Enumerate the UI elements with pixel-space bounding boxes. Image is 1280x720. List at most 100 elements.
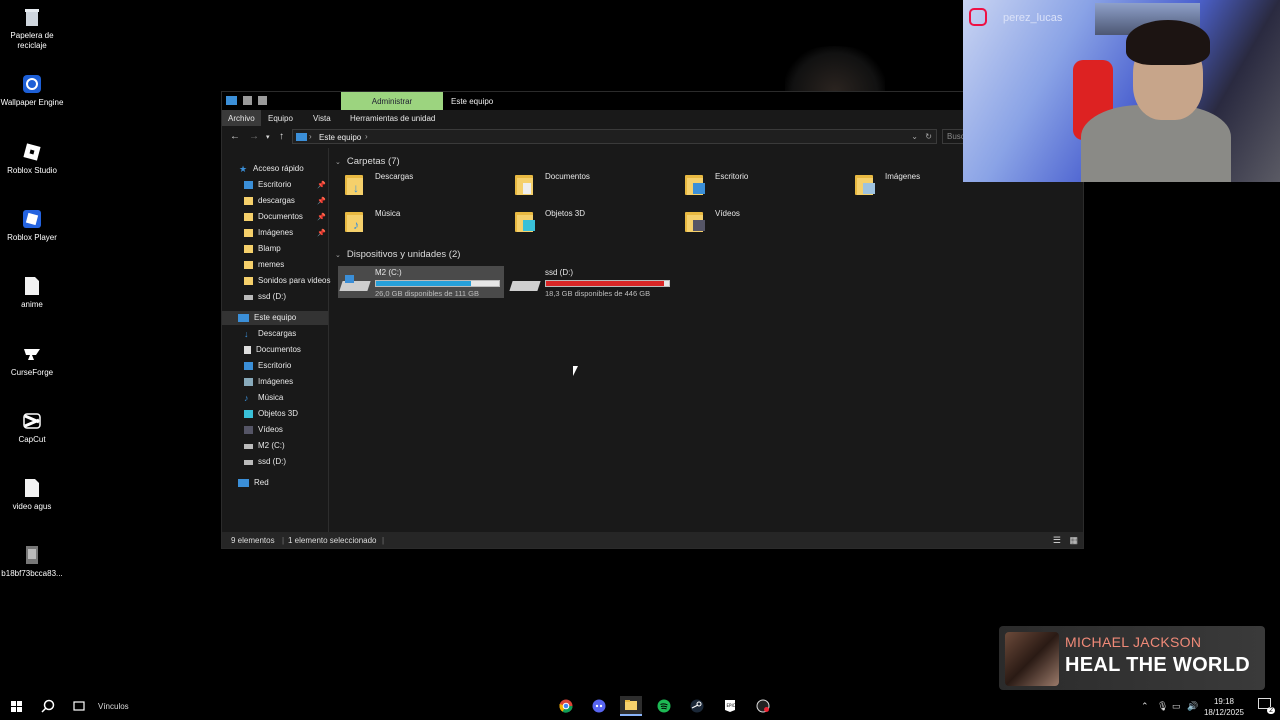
roblox-studio-icon [21,141,43,163]
clock-time: 19:18 [1213,697,1234,706]
drive-usage-fill [546,281,665,286]
sidebar-item-ssd-d[interactable]: ssd (D:) [244,290,286,304]
sidebar-item-pc-videos[interactable]: Vídeos [244,423,283,437]
desktop-icon-roblox-studio[interactable]: Roblox Studio [0,141,64,176]
sidebar-item-escritorio[interactable]: Escritorio [244,178,291,192]
sidebar-item-label: Música [258,393,284,402]
cube-3d-icon [244,410,253,418]
sidebar-item-pc-ssd-d[interactable]: ssd (D:) [244,455,286,469]
sidebar-item-red[interactable]: Red [238,476,269,490]
sidebar-item-pc-imagenes[interactable]: Imágenes [244,375,293,389]
folder-objetos-3d[interactable]: Objetos 3D [513,209,585,233]
forward-arrow-icon[interactable]: → [249,131,259,142]
recent-locations-chevron-icon[interactable]: ▾ [266,133,270,141]
group-header-folders[interactable]: ⌄ Carpetas (7) [335,156,400,167]
breadcrumb-este-equipo[interactable]: Este equipo [319,133,361,142]
drive-usage-bar [545,280,670,287]
ribbon-context-tab-manage[interactable]: Administrar [341,92,443,110]
desktop-icon-recycle-bin[interactable]: Papelera de reciclaje [0,6,64,51]
address-dropdown-icon[interactable]: ⌄ [911,132,918,141]
sidebar-item-pc-documentos[interactable]: Documentos [244,343,301,357]
desktop-icon-wallpaper-engine[interactable]: Wallpaper Engine [0,73,64,108]
search-icon[interactable] [37,696,59,716]
links-toolbar[interactable]: Vínculos [98,702,129,711]
refresh-icon[interactable]: ↻ [925,132,932,141]
epic-games-icon[interactable]: EPIC [719,696,741,716]
folder-label: Imágenes [885,172,921,181]
properties-icon[interactable] [243,96,252,105]
sidebar-item-label: ssd (D:) [258,292,286,301]
tab-vista[interactable]: Vista [307,110,337,126]
file-explorer-icon[interactable] [620,696,642,716]
sidebar-item-pc-escritorio[interactable]: Escritorio [244,359,291,373]
pictures-icon [244,378,253,386]
folder-videos[interactable]: Vídeos [683,209,740,233]
microphone-icon[interactable]: 🎙 [1157,701,1168,712]
address-bar[interactable]: › Este equipo › ⌄ ↻ [292,129,937,144]
volume-icon[interactable]: 🔊 [1187,701,1198,712]
folder-imagenes[interactable]: Imágenes [853,172,920,196]
folder-icon [244,197,253,205]
desktop-icon-image-file[interactable]: b18bf73bcca83... [0,544,64,579]
spotify-icon[interactable] [653,696,675,716]
computer-icon [238,314,249,322]
up-arrow-icon[interactable]: ↑ [279,131,284,142]
roblox-player-icon [21,208,43,230]
sidebar-item-quick-access[interactable]: ★ Acceso rápido [239,162,304,176]
steam-icon[interactable] [686,696,708,716]
desktop-icon-anime[interactable]: anime [0,275,64,310]
discord-icon[interactable] [588,696,610,716]
folder-musica[interactable]: ♪ Música [343,209,400,233]
details-view-icon[interactable]: ☰ [1053,535,1061,546]
sidebar-item-label: Este equipo [254,313,297,322]
person-hair [1126,20,1210,65]
show-hidden-icons-chevron-icon[interactable]: ⌃ [1141,701,1149,712]
sidebar-item-memes[interactable]: memes [244,258,284,272]
drive-ssd-d[interactable]: ssd (D:) 18,3 GB disponibles de 446 GB [508,266,674,298]
pictures-folder-icon [244,229,253,237]
sidebar-item-documentos[interactable]: Documentos [244,210,303,224]
sidebar-item-pc-objetos-3d[interactable]: Objetos 3D [244,407,298,421]
sidebar-item-imagenes[interactable]: Imágenes [244,226,293,240]
pictures-folder-icon [853,172,877,196]
group-header-devices[interactable]: ⌄ Dispositivos y unidades (2) [335,249,460,260]
start-windows-icon[interactable] [5,696,27,716]
desktop-icon-label: Roblox Player [7,233,57,242]
task-view-icon[interactable] [68,696,90,716]
pin-icon: 📌 [317,214,326,221]
back-arrow-icon[interactable]: ← [230,131,240,142]
sidebar-item-m2-c[interactable]: M2 (C:) [244,439,285,453]
chrome-icon[interactable] [555,696,577,716]
sidebar-item-sonidos-para-videos[interactable]: Sonidos para videos [244,274,331,288]
tab-equipo[interactable]: Equipo [262,110,299,126]
status-separator: | [282,536,285,545]
obs-record-icon[interactable] [752,696,774,716]
sidebar-item-este-equipo[interactable]: Este equipo [222,311,328,325]
folder-label: Música [375,209,401,218]
folder-documentos[interactable]: Documentos [513,172,590,196]
sidebar-item-blamp[interactable]: Blamp [244,242,281,256]
desktop-icon-curseforge[interactable]: CurseForge [0,343,64,378]
taskbar: Vínculos EPIC ⌃ 🎙 ▭ 🔊 19:18 18/12/2025 2 [0,692,1280,720]
folder-escritorio[interactable]: Escritorio [683,172,748,196]
folder-descargas[interactable]: ↓ Descargas [343,172,413,196]
drive-m2-c[interactable]: M2 (C:) 26,0 GB disponibles de 111 GB [338,266,504,298]
network-tray-icon[interactable]: ▭ [1172,701,1181,712]
desktop-icon-capcut[interactable]: CapCut [0,410,64,445]
large-icons-view-icon[interactable]: ▦ [1069,535,1078,546]
desktop-icon-label: CapCut [18,435,46,444]
tab-archivo[interactable]: Archivo [222,110,261,126]
sidebar-item-pc-descargas[interactable]: ↓ Descargas [244,327,296,341]
desktop-icon-video-agus[interactable]: video agus [0,477,64,512]
sidebar-item-pc-musica[interactable]: ♪ Música [244,391,283,405]
folder-label: Objetos 3D [545,209,586,218]
system-clock[interactable]: 19:18 18/12/2025 [1204,696,1244,718]
desktop-folder-icon [244,181,253,189]
navigation-bar: ← → ▾ ↑ › Este equipo › ⌄ ↻ Busc [222,126,1083,148]
new-folder-icon[interactable] [258,96,267,105]
desktop-icon-roblox-player[interactable]: Roblox Player [0,208,64,243]
tab-herramientas-de-unidad[interactable]: Herramientas de unidad [344,110,441,126]
notifications-icon[interactable]: 2 [1258,698,1275,714]
sidebar-item-descargas[interactable]: descargas [244,194,295,208]
file-icon [21,477,43,499]
